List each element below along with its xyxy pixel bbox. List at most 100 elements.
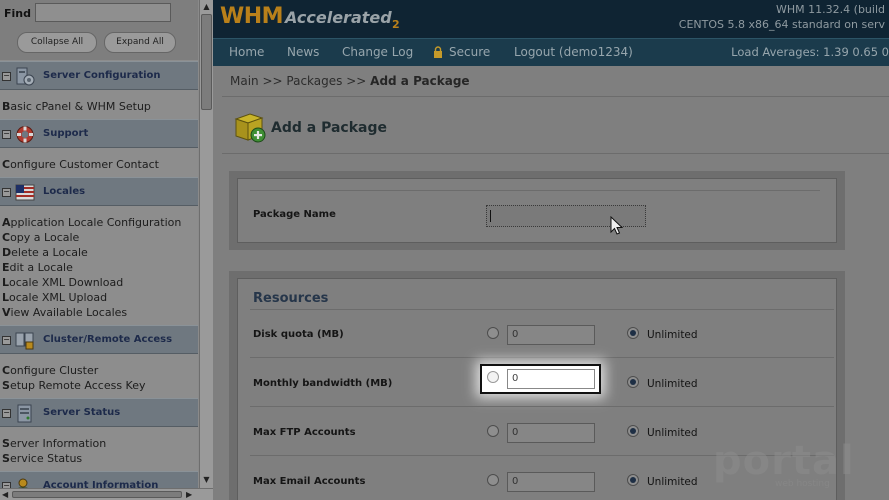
divider — [250, 309, 834, 310]
mouse-cursor-icon — [610, 216, 624, 235]
section-server-configuration[interactable]: − Server Configuration — [0, 61, 198, 90]
divider — [250, 190, 820, 191]
logo-whm: WHM — [220, 4, 284, 29]
nav-secure[interactable]: Secure — [449, 45, 490, 59]
sidebar-link-server-information[interactable]: Server Information — [0, 436, 198, 451]
portal-watermark-logo: portal web hosting — [713, 438, 855, 488]
section-title: Server Status — [43, 407, 121, 418]
scroll-thumb[interactable] — [201, 14, 212, 110]
monthly-bandwidth-input[interactable]: 0 — [507, 369, 595, 389]
package-name-label: Package Name — [253, 209, 336, 220]
breadcrumb-packages[interactable]: Packages — [286, 74, 342, 88]
section-cluster-remote-access[interactable]: − Cluster/Remote Access — [0, 325, 198, 354]
logo-accelerated: Accelerated — [285, 8, 392, 27]
sidebar-link-service-status[interactable]: Service Status — [0, 451, 198, 466]
server-config-icon — [16, 67, 35, 86]
package-add-icon — [234, 113, 266, 143]
page-title: Add a Package — [271, 120, 387, 136]
links-server-configuration: Basic cPanel & WHM Setup — [0, 99, 198, 114]
sidebar-link-basic-setup[interactable]: Basic cPanel & WHM Setup — [0, 99, 198, 114]
collapse-toggle-icon[interactable]: − — [2, 409, 11, 418]
section-title: Support — [43, 128, 89, 139]
sidebar-link-customer-contact[interactable]: Configure Customer Contact — [0, 157, 198, 172]
nav-logout[interactable]: Logout (demo1234) — [514, 45, 633, 59]
sidebar-vertical-scrollbar[interactable]: ▲ ▼ — [199, 0, 213, 488]
sidebar-link-view-locales[interactable]: View Available Locales — [0, 305, 198, 320]
unlimited-label: Unlimited — [647, 329, 698, 341]
nav-change-log[interactable]: Change Log — [342, 45, 413, 59]
breadcrumb: Main >> Packages >> Add a Package — [230, 74, 470, 88]
highlight-focus-box: 0 — [480, 364, 601, 394]
links-cluster: Configure Cluster Setup Remote Access Ke… — [0, 363, 198, 393]
unlimited-label: Unlimited — [647, 476, 698, 488]
sidebar-link-edit-locale[interactable]: Edit a Locale — [0, 260, 198, 275]
sidebar-link-delete-locale[interactable]: Delete a Locale — [0, 245, 198, 260]
divider — [222, 153, 889, 154]
scroll-right-arrow-icon[interactable]: ▶ — [186, 489, 192, 500]
find-input[interactable] — [35, 3, 171, 22]
disk-quota-custom-radio[interactable] — [487, 327, 499, 339]
header: WHM Accelerated 2 WHM 11.32.4 (build CEN… — [213, 0, 889, 38]
main-content: Main >> Packages >> Add a Package Add a … — [213, 66, 889, 500]
unlimited-label: Unlimited — [647, 378, 698, 390]
section-title: Cluster/Remote Access — [43, 334, 173, 345]
disk-quota-label: Disk quota (MB) — [253, 329, 344, 340]
nav-news[interactable]: News — [287, 45, 319, 59]
cluster-icon — [15, 332, 34, 350]
collapse-toggle-icon[interactable]: − — [2, 130, 11, 139]
section-support[interactable]: − Support — [0, 119, 198, 148]
collapse-toggle-icon[interactable]: − — [2, 188, 11, 197]
links-server-status: Server Information Service Status — [0, 436, 198, 466]
disk-quota-unlimited-radio[interactable] — [627, 327, 639, 339]
max-ftp-input[interactable]: 0 — [507, 423, 595, 443]
sidebar-link-copy-locale[interactable]: Copy a Locale — [0, 230, 198, 245]
section-server-status[interactable]: − Server Status — [0, 398, 198, 427]
max-ftp-custom-radio[interactable] — [487, 425, 499, 437]
collapse-all-button[interactable]: Collapse All — [17, 32, 97, 53]
watermark-text: portal — [713, 438, 855, 484]
links-locales: Application Locale Configuration Copy a … — [0, 215, 198, 320]
os-info: CENTOS 5.8 x86_64 standard on serv — [678, 18, 885, 31]
breadcrumb-separator: >> — [258, 74, 287, 88]
sidebar-link-remote-access-key[interactable]: Setup Remote Access Key — [0, 378, 198, 393]
monthly-bandwidth-unlimited-radio[interactable] — [627, 376, 639, 388]
scroll-left-arrow-icon[interactable]: ◀ — [2, 489, 8, 500]
server-status-icon — [17, 404, 32, 423]
section-locales[interactable]: − Locales — [0, 177, 198, 206]
sidebar-link-app-locale-config[interactable]: Application Locale Configuration — [0, 215, 198, 230]
sidebar-link-locale-xml-upload[interactable]: Locale XML Upload — [0, 290, 198, 305]
sidebar-horizontal-scrollbar[interactable]: ◀ ▶ — [0, 488, 213, 500]
disk-quota-input[interactable]: 0 — [507, 325, 595, 345]
sidebar-buttons: Collapse All Expand All — [0, 26, 198, 60]
section-account-information[interactable]: − Account Information — [0, 471, 198, 488]
logo-version-mark: 2 — [392, 18, 400, 31]
load-averages: Load Averages: 1.39 0.65 0 — [731, 45, 889, 59]
scroll-down-arrow-icon[interactable]: ▼ — [200, 473, 213, 486]
divider — [222, 96, 889, 97]
max-ftp-accounts-label: Max FTP Accounts — [253, 427, 356, 438]
collapse-toggle-icon[interactable]: − — [2, 72, 11, 81]
breadcrumb-current: Add a Package — [370, 74, 470, 88]
account-icon — [18, 478, 28, 488]
collapse-toggle-icon[interactable]: − — [2, 336, 11, 345]
scroll-up-arrow-icon[interactable]: ▲ — [200, 0, 213, 13]
divider — [250, 357, 834, 358]
sidebar-content: Find Collapse All Expand All − Server Co… — [0, 0, 198, 488]
expand-all-button[interactable]: Expand All — [104, 32, 176, 53]
breadcrumb-main[interactable]: Main — [230, 74, 259, 88]
find-row: Find — [0, 0, 198, 26]
links-support: Configure Customer Contact — [0, 157, 198, 172]
max-ftp-unlimited-radio[interactable] — [627, 425, 639, 437]
max-email-unlimited-radio[interactable] — [627, 474, 639, 486]
monthly-bandwidth-custom-radio[interactable] — [487, 371, 499, 383]
section-title: Server Configuration — [43, 70, 161, 81]
max-email-input[interactable]: 0 — [507, 472, 595, 492]
resources-title: Resources — [253, 291, 329, 306]
nav-home[interactable]: Home — [229, 45, 264, 59]
section-title: Account Information — [43, 480, 159, 488]
hscroll-thumb[interactable] — [12, 491, 182, 498]
max-email-custom-radio[interactable] — [487, 474, 499, 486]
sidebar-link-configure-cluster[interactable]: Configure Cluster — [0, 363, 198, 378]
sidebar-link-locale-xml-download[interactable]: Locale XML Download — [0, 275, 198, 290]
lifebuoy-icon — [16, 126, 34, 143]
